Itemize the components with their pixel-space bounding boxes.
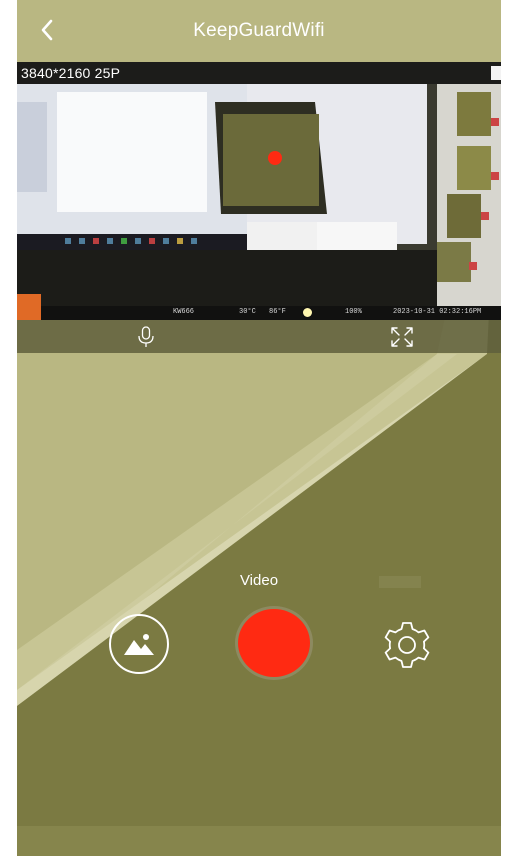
brand-logo-icon [17, 294, 41, 320]
capture-mode-indicator [379, 576, 421, 588]
top-bar: KeepGuardWifi [17, 0, 501, 62]
chevron-left-icon [41, 19, 53, 41]
gear-icon [384, 622, 430, 668]
gallery-button[interactable] [109, 614, 169, 674]
osd-bar: KW666 30°C 86°F 100% 2023-10-31 02:32:16… [17, 294, 501, 320]
record-button[interactable] [235, 606, 313, 680]
camera-preview[interactable]: 3840*2160 25P KW666 30°C 86°F 100% 2023-… [17, 62, 501, 320]
fullscreen-button[interactable] [389, 325, 415, 349]
osd-device: KW666 [173, 308, 195, 316]
bottom-strip [17, 826, 501, 856]
corner-marker [491, 66, 501, 80]
microphone-icon [138, 326, 154, 347]
capture-mode-label[interactable]: Video [17, 572, 501, 589]
resolution-label: 3840*2160 25P [21, 65, 121, 81]
osd-temp-f: 86°F [269, 308, 286, 316]
preview-controls [17, 320, 501, 353]
osd-battery: 100% [345, 308, 362, 316]
app-screen: KeepGuardWifi 3840*2160 25P KW666 30°C 8… [17, 0, 501, 856]
fullscreen-icon [391, 327, 413, 347]
app-title: KeepGuardWifi [193, 20, 325, 41]
osd-temp-c: 30°C [239, 308, 256, 316]
settings-button[interactable] [377, 616, 437, 674]
live-view-image [17, 62, 501, 320]
moon-phase-icon [303, 308, 312, 317]
resolution-bar: 3840*2160 25P [17, 62, 501, 84]
microphone-button[interactable] [135, 325, 157, 349]
gallery-icon [124, 634, 154, 655]
back-button[interactable] [31, 14, 63, 46]
osd-datetime: 2023-10-31 02:32:16PM [393, 308, 482, 316]
